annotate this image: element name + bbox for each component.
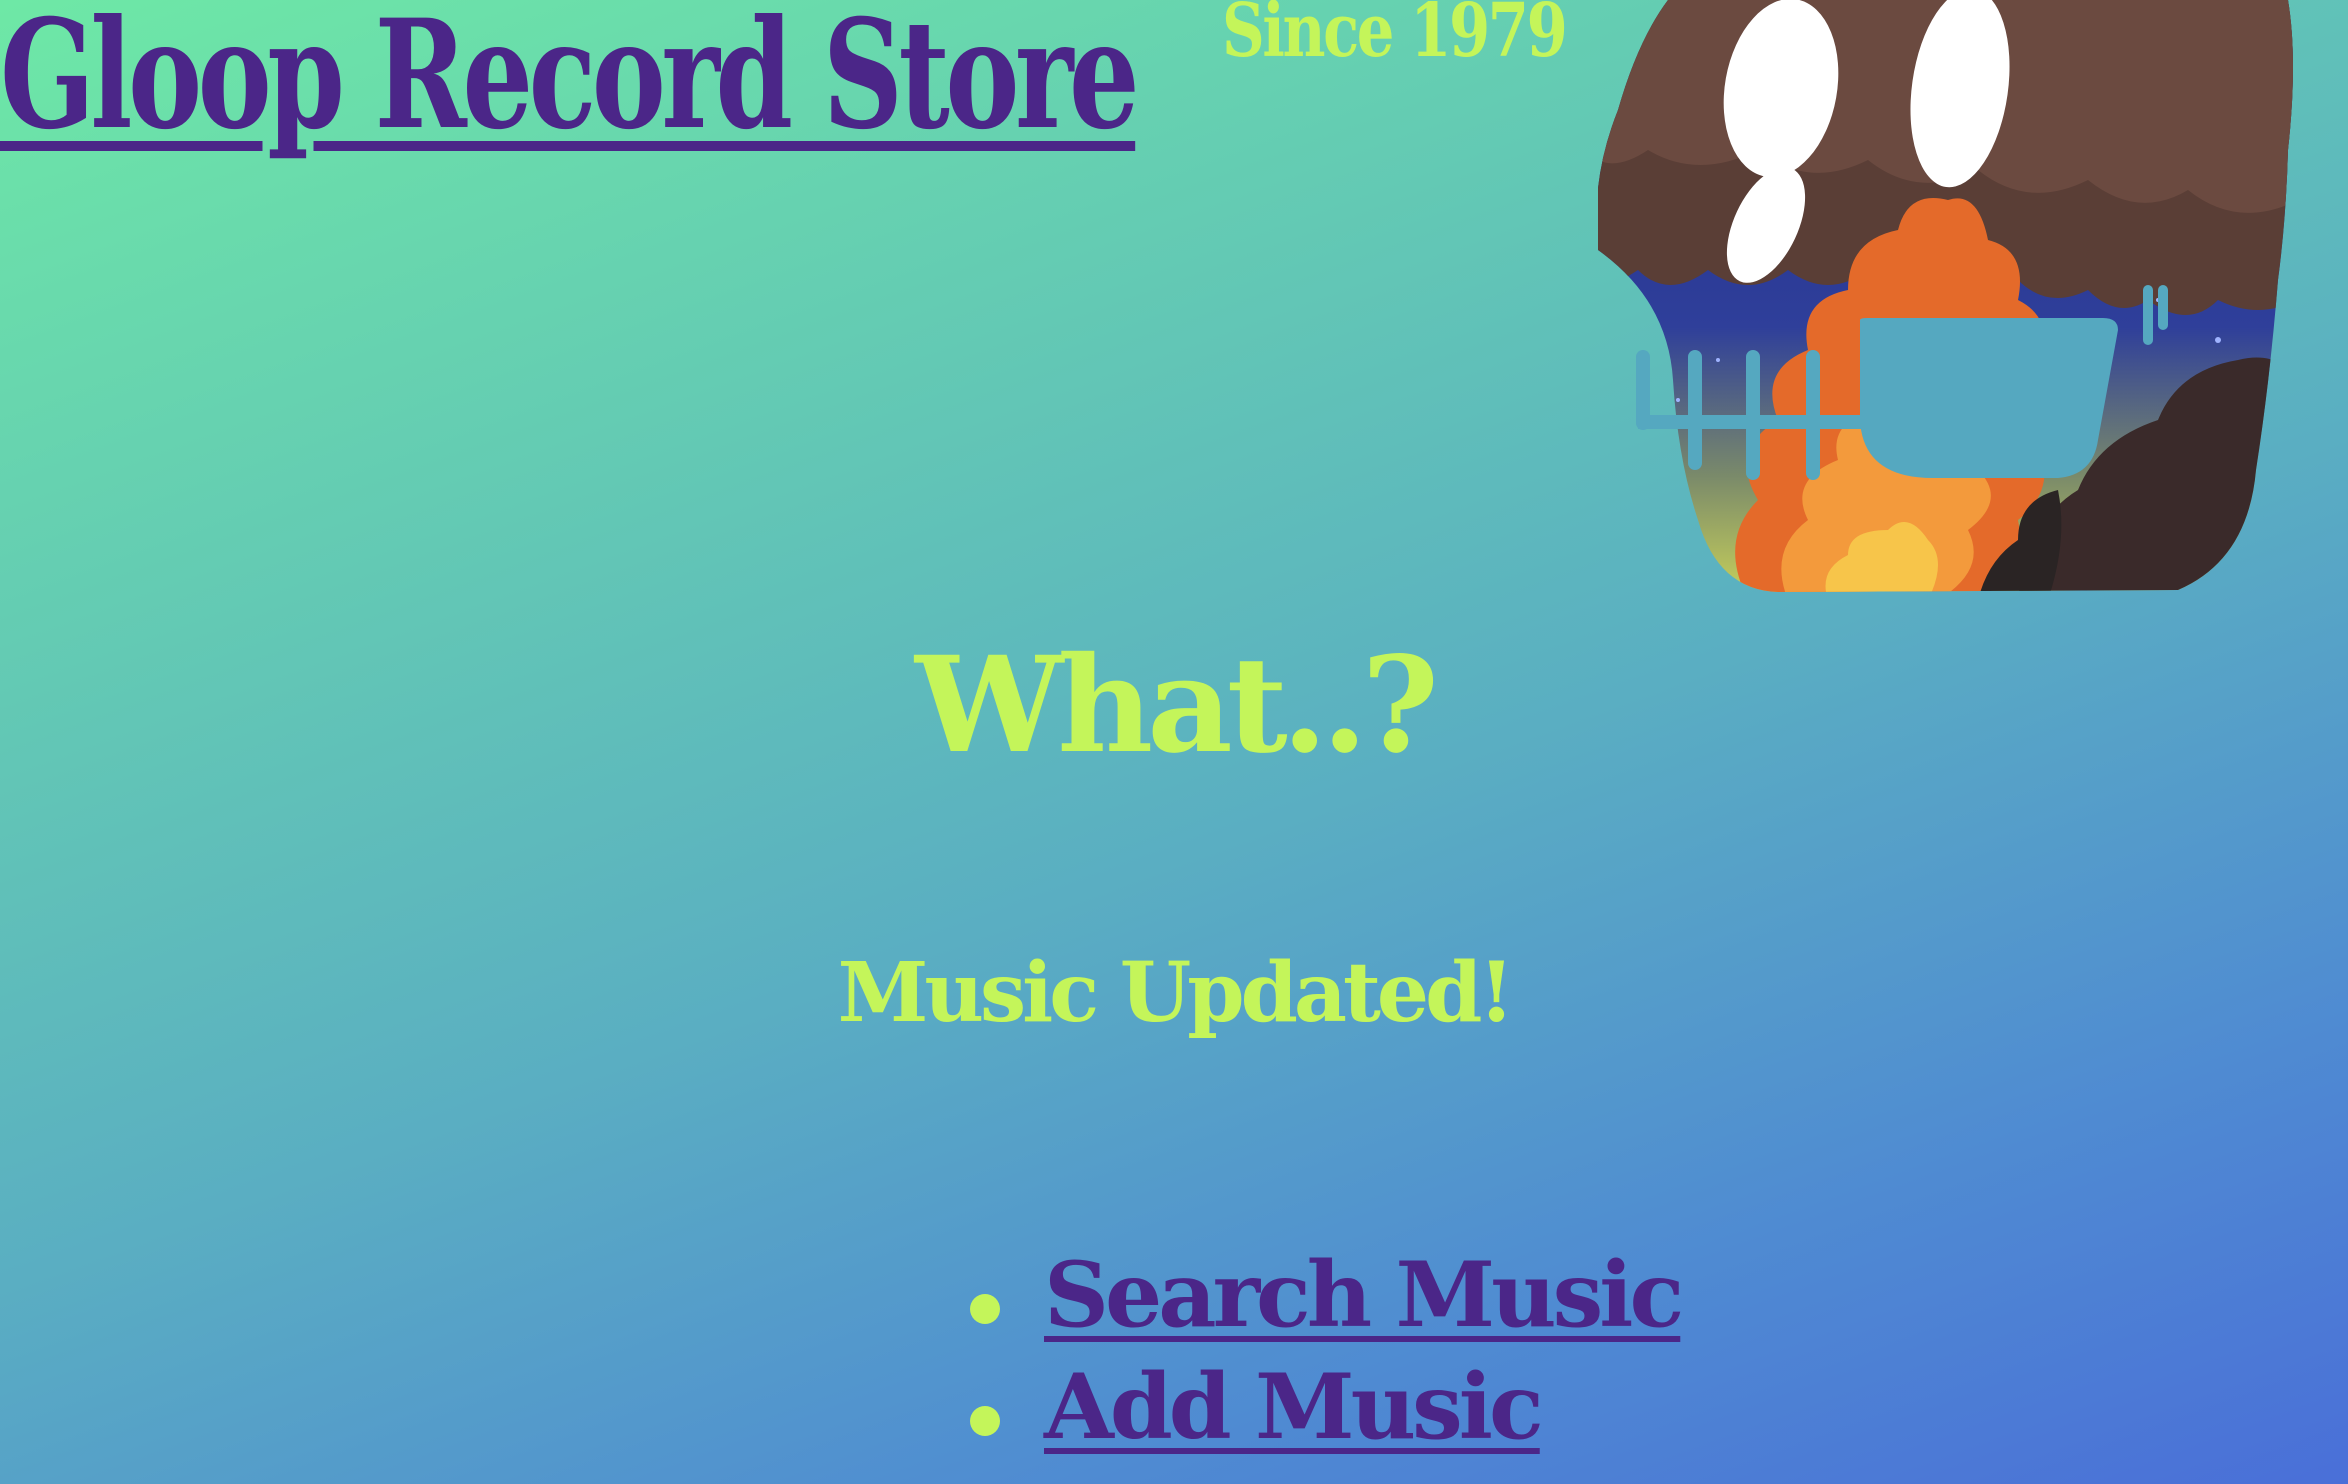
- list-item: Add Music: [960, 1362, 1680, 1474]
- site-title[interactable]: Gloop Record Store: [0, 0, 1140, 150]
- bullet-icon: [970, 1294, 1000, 1324]
- add-music-link[interactable]: Add Music: [1044, 1362, 1544, 1452]
- skull-mushroom-logo-icon: [1598, 0, 2293, 592]
- bullet-icon: [970, 1406, 1000, 1436]
- search-music-link[interactable]: Search Music: [1044, 1250, 1684, 1340]
- page-heading: What..?: [915, 628, 1439, 783]
- since-tagline: Since 1979: [1222, 0, 1568, 74]
- nav-list: Search Music Add Music: [960, 1250, 1684, 1474]
- list-item: Search Music: [960, 1250, 1684, 1362]
- status-message: Music Updated!: [837, 945, 1515, 1041]
